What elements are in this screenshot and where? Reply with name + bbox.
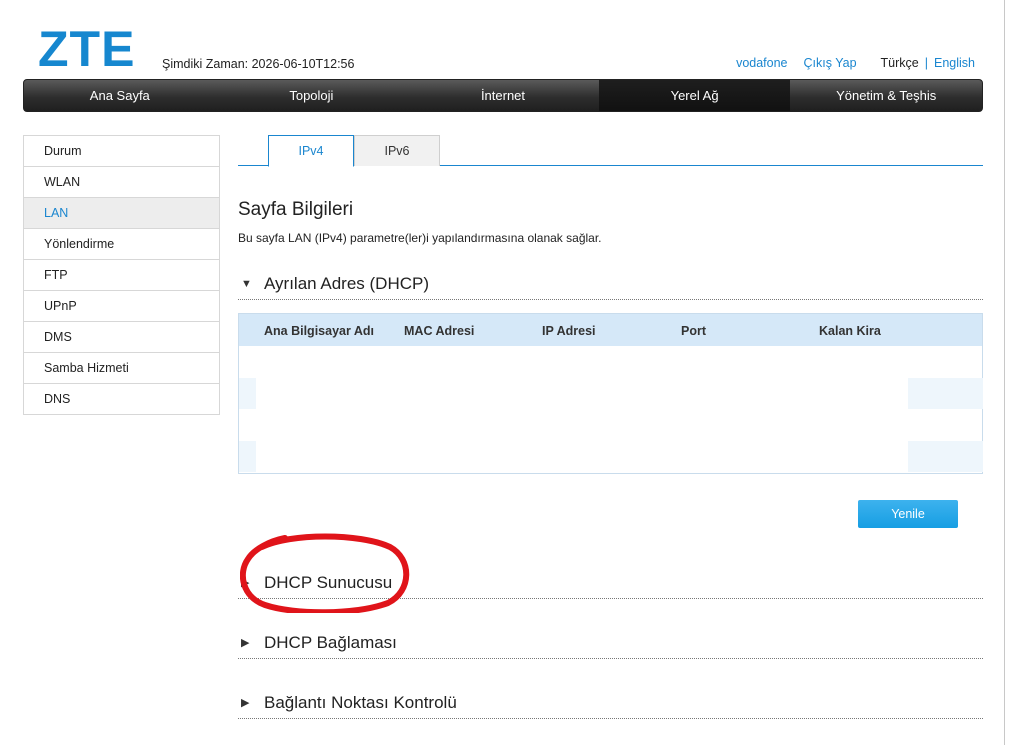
section-label: DHCP Sunucusu bbox=[264, 572, 393, 592]
section-label: Ayrılan Adres (DHCP) bbox=[264, 273, 430, 293]
page-border bbox=[1004, 0, 1005, 745]
table-row-stripe bbox=[239, 441, 256, 472]
sidebar: Durum WLAN LAN Yönlendirme FTP UPnP DMS … bbox=[23, 135, 220, 415]
nav-ana-sayfa[interactable]: Ana Sayfa bbox=[24, 80, 216, 111]
column-header: Kalan Kira bbox=[819, 324, 881, 338]
language-english-link[interactable]: English bbox=[934, 56, 975, 70]
sidebar-item-upnp[interactable]: UPnP bbox=[24, 291, 219, 322]
dhcp-leases-table: Ana Bilgisayar Adı MAC Adresi IP Adresi … bbox=[238, 313, 983, 474]
page-title: Sayfa Bilgileri bbox=[238, 199, 354, 220]
language-separator: | bbox=[924, 56, 928, 70]
table-header: Ana Bilgisayar Adı MAC Adresi IP Adresi … bbox=[239, 314, 982, 346]
tab-ipv4[interactable]: IPv4 bbox=[268, 135, 354, 167]
language-current: Türkçe bbox=[880, 56, 919, 70]
logout-link[interactable]: Çıkış Yap bbox=[804, 56, 857, 70]
current-time: Şimdiki Zaman: 2026-06-10T12:56 bbox=[162, 57, 355, 71]
triangle-right-icon: ▶ bbox=[241, 697, 250, 709]
sidebar-item-dms[interactable]: DMS bbox=[24, 322, 219, 353]
triangle-right-icon: ▶ bbox=[241, 637, 250, 649]
triangle-right-icon: ▶ bbox=[241, 577, 250, 589]
operator-link[interactable]: vodafone bbox=[736, 56, 787, 70]
table-row-stripe bbox=[239, 378, 256, 409]
column-header: MAC Adresi bbox=[404, 324, 475, 338]
main-nav: Ana Sayfa Topoloji İnternet Yerel Ağ Yön… bbox=[23, 79, 983, 112]
tab-ipv6[interactable]: IPv6 bbox=[354, 135, 440, 166]
section-label: DHCP Bağlaması bbox=[264, 632, 397, 652]
ip-version-tabs: IPv4 IPv6 bbox=[238, 135, 983, 167]
column-header: Ana Bilgisayar Adı bbox=[264, 324, 374, 338]
zte-logo: ZTE bbox=[38, 21, 136, 77]
table-row-stripe bbox=[908, 378, 983, 409]
top-links: vodafone Çıkış Yap Türkçe | English bbox=[736, 56, 975, 70]
section-dhcp-leases-header[interactable]: ▼ Ayrılan Adres (DHCP) bbox=[238, 268, 983, 300]
column-header: IP Adresi bbox=[542, 324, 596, 338]
sidebar-item-samba[interactable]: Samba Hizmeti bbox=[24, 353, 219, 384]
section-dhcp-server-header[interactable]: ▶ DHCP Sunucusu bbox=[238, 567, 983, 599]
sidebar-item-ftp[interactable]: FTP bbox=[24, 260, 219, 291]
sidebar-item-lan[interactable]: LAN bbox=[24, 198, 219, 229]
section-port-control-header[interactable]: ▶ Bağlantı Noktası Kontrolü bbox=[238, 687, 983, 719]
nav-yerel-ag[interactable]: Yerel Ağ bbox=[598, 80, 791, 111]
table-row-stripe bbox=[908, 441, 983, 472]
refresh-button[interactable]: Yenile bbox=[858, 500, 958, 528]
sidebar-item-dns[interactable]: DNS bbox=[24, 384, 219, 414]
page-description: Bu sayfa LAN (IPv4) parametre(ler)i yapı… bbox=[238, 231, 602, 245]
sidebar-item-durum[interactable]: Durum bbox=[24, 136, 219, 167]
nav-yonetim-teshis[interactable]: Yönetim & Teşhis bbox=[790, 80, 982, 111]
column-header: Port bbox=[681, 324, 706, 338]
section-dhcp-binding-header[interactable]: ▶ DHCP Bağlaması bbox=[238, 627, 983, 659]
nav-topoloji[interactable]: Topoloji bbox=[216, 80, 408, 111]
section-label: Bağlantı Noktası Kontrolü bbox=[264, 692, 457, 712]
sidebar-item-yonlendirme[interactable]: Yönlendirme bbox=[24, 229, 219, 260]
sidebar-item-wlan[interactable]: WLAN bbox=[24, 167, 219, 198]
nav-internet[interactable]: İnternet bbox=[407, 80, 599, 111]
triangle-down-icon: ▼ bbox=[241, 277, 252, 290]
